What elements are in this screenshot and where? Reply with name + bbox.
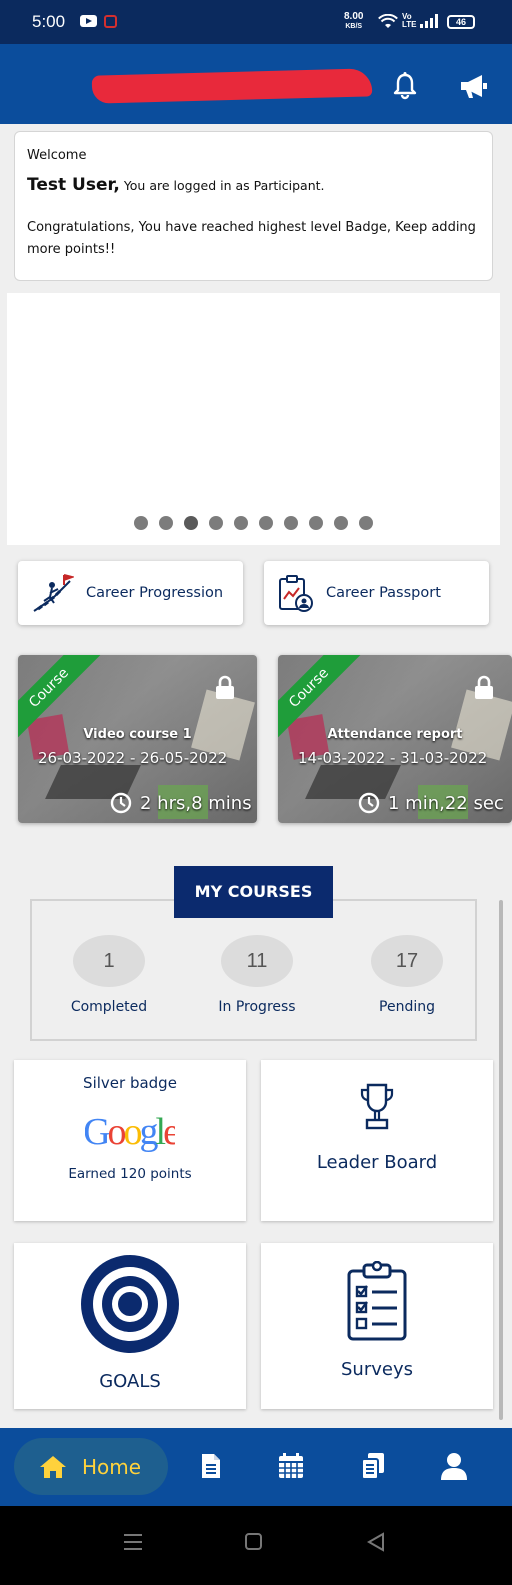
carousel-dot[interactable] (209, 516, 223, 530)
scrollbar[interactable] (499, 900, 503, 1420)
stat-label: Pending (379, 999, 435, 1015)
stat-count: 17 (371, 935, 443, 987)
target-icon (81, 1255, 179, 1353)
document-icon[interactable] (200, 1452, 222, 1480)
course-card[interactable]: Course Video course 1 26-03-2022 - 26-05… (18, 655, 257, 823)
course-duration-text: 2 hrs,8 mins (140, 792, 252, 814)
welcome-greeting: Welcome (27, 148, 87, 163)
recent-apps-icon[interactable] (124, 1534, 142, 1552)
screen-record-icon (104, 15, 117, 28)
lock-icon (216, 675, 234, 699)
banner-carousel[interactable] (7, 293, 500, 545)
badge-points: Earned 120 points (68, 1166, 192, 1182)
leader-board-label: Leader Board (316, 1152, 438, 1173)
signal-icon (420, 14, 438, 28)
network-speed-unit: KB/S (345, 23, 363, 30)
clock-icon (110, 792, 132, 814)
nav-home-button[interactable]: Home (14, 1438, 168, 1495)
trophy-icon (360, 1083, 394, 1130)
stat-count: 1 (73, 935, 145, 987)
my-courses-panel: 1 Completed 11 In Progress 17 Pending (30, 899, 477, 1041)
goals-tile[interactable]: GOALS (14, 1243, 246, 1409)
carousel-dot[interactable] (334, 516, 348, 530)
carousel-dot-active[interactable] (184, 516, 198, 530)
copy-icon[interactable] (360, 1452, 386, 1480)
carousel-dot[interactable] (234, 516, 248, 530)
carousel-dot[interactable] (159, 516, 173, 530)
carousel-dot[interactable] (359, 516, 373, 530)
badge-tile[interactable]: Silver badge Google Earned 120 points (14, 1060, 246, 1221)
surveys-label: Surveys (341, 1359, 413, 1380)
svg-text:Google: Google (85, 1111, 175, 1153)
carousel-dot[interactable] (259, 516, 273, 530)
back-icon[interactable] (367, 1532, 385, 1552)
surveys-tile[interactable]: Surveys (261, 1243, 493, 1409)
career-progression-label: Career Progression (86, 585, 224, 601)
home-system-icon[interactable] (245, 1533, 262, 1550)
carousel-dot[interactable] (284, 516, 298, 530)
wifi-icon (378, 14, 398, 28)
welcome-card: Welcome Test User, You are logged in as … (14, 131, 493, 281)
course-duration: 2 hrs,8 mins (110, 792, 252, 814)
career-passport-icon (279, 575, 313, 612)
bottom-navigation: Home (0, 1428, 512, 1506)
course-duration: 1 min,22 sec (358, 792, 504, 814)
bell-icon[interactable] (392, 72, 418, 100)
career-progression-button[interactable]: Career Progression (18, 561, 243, 625)
welcome-user-name: Test User, (27, 175, 120, 195)
youtube-icon (80, 15, 97, 27)
career-passport-label: Career Passport (326, 585, 441, 601)
network-speed: 8.00 KB/S (344, 12, 363, 32)
welcome-message: Congratulations, You have reached highes… (27, 220, 476, 257)
course-title: Video course 1 (83, 727, 192, 742)
badge-title: Silver badge (83, 1074, 177, 1092)
course-card[interactable]: Course Attendance report 14-03-2022 - 31… (278, 655, 512, 823)
course-dates: 14-03-2022 - 31-03-2022 (298, 749, 488, 767)
network-speed-value: 8.00 (344, 11, 364, 22)
career-passport-button[interactable]: Career Passport (264, 561, 489, 625)
redaction-mark (91, 68, 373, 104)
status-bar: 5:00 8.00 KB/S Vo LTE 46 (0, 0, 512, 44)
carousel-dot[interactable] (134, 516, 148, 530)
volte-indicator: Vo LTE (402, 13, 417, 29)
course-title: Attendance report (327, 727, 463, 742)
stat-pending[interactable]: 17 Pending (352, 935, 462, 1015)
stat-completed[interactable]: 1 Completed (54, 935, 164, 1015)
carousel-dot[interactable] (309, 516, 323, 530)
goals-label: GOALS (99, 1371, 161, 1392)
leader-board-tile[interactable]: Leader Board (261, 1060, 493, 1221)
my-courses-heading: MY COURSES (174, 866, 333, 918)
stat-count: 11 (221, 935, 293, 987)
calendar-icon[interactable] (277, 1452, 305, 1480)
user-icon[interactable] (440, 1452, 468, 1480)
clipboard-checklist-icon (347, 1260, 407, 1341)
stat-label: Completed (70, 999, 148, 1015)
battery-indicator: 46 (447, 15, 475, 29)
app-header (0, 44, 512, 124)
nav-home-label: Home (82, 1454, 142, 1479)
google-logo-icon: Google (85, 1111, 175, 1153)
stat-label: In Progress (218, 999, 296, 1015)
career-progression-icon (33, 574, 74, 612)
volte-bottom: LTE (402, 20, 417, 29)
carousel-dots (7, 516, 500, 530)
home-icon (40, 1455, 66, 1478)
system-navigation-bar (0, 1506, 512, 1585)
megaphone-icon[interactable] (458, 72, 488, 100)
lock-icon (475, 675, 493, 699)
welcome-role: You are logged in as Participant. (123, 178, 325, 193)
welcome-login-line: Test User, You are logged in as Particip… (27, 175, 480, 195)
course-dates: 26-03-2022 - 26-05-2022 (38, 749, 228, 767)
stat-in-progress[interactable]: 11 In Progress (202, 935, 312, 1015)
status-time: 5:00 (32, 12, 66, 31)
course-duration-text: 1 min,22 sec (388, 792, 504, 814)
clock-icon (358, 792, 380, 814)
